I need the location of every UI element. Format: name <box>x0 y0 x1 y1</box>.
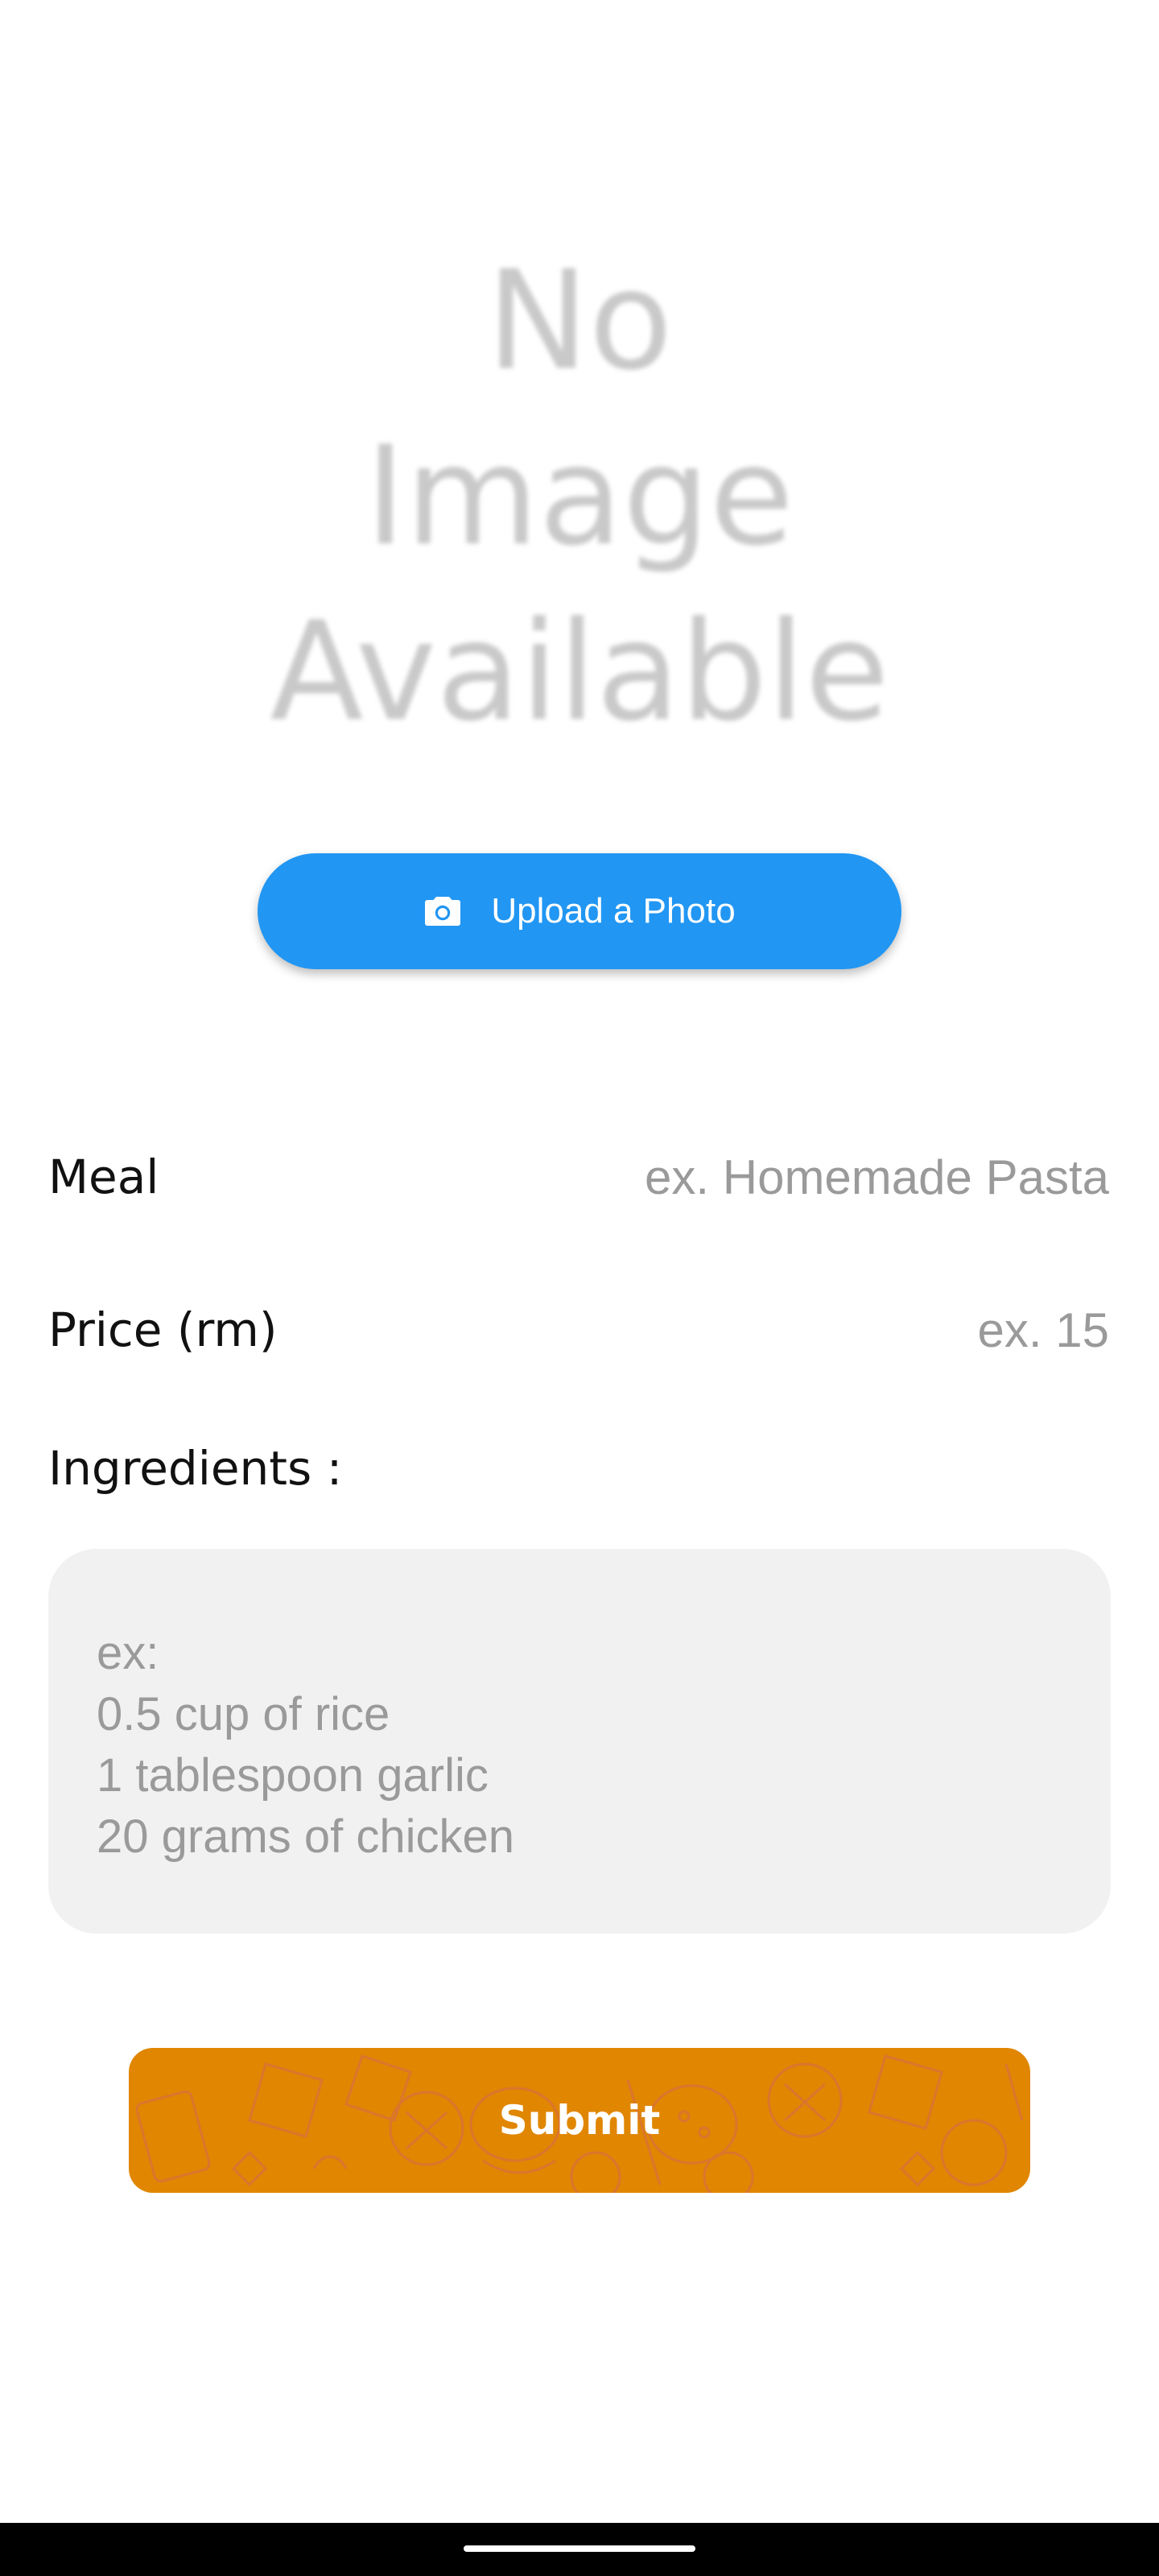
ingredients-input[interactable] <box>97 1623 1062 1901</box>
meal-label: Meal <box>48 1150 159 1204</box>
ingredients-label: Ingredients : <box>48 1441 343 1496</box>
no-image-placeholder: No Image Available <box>0 233 1159 760</box>
price-input[interactable] <box>496 1301 1111 1359</box>
upload-photo-button[interactable]: Upload a Photo <box>258 853 901 969</box>
submit-label: Submit <box>498 2097 661 2144</box>
price-row: Price (rm) <box>48 1290 1111 1370</box>
upload-photo-label: Upload a Photo <box>491 891 736 931</box>
camera-icon <box>425 897 461 926</box>
meal-row: Meal <box>48 1137 1111 1217</box>
home-gesture-handle[interactable] <box>464 2545 695 2552</box>
ingredients-box <box>48 1549 1111 1934</box>
system-navigation-bar <box>0 2523 1159 2576</box>
no-image-line-3: Available <box>270 592 889 752</box>
submit-button[interactable]: Submit <box>129 2048 1030 2193</box>
no-image-line-2: Image <box>365 417 794 576</box>
price-label: Price (rm) <box>48 1302 278 1357</box>
no-image-line-1: No <box>486 242 673 401</box>
meal-input[interactable] <box>496 1148 1111 1206</box>
